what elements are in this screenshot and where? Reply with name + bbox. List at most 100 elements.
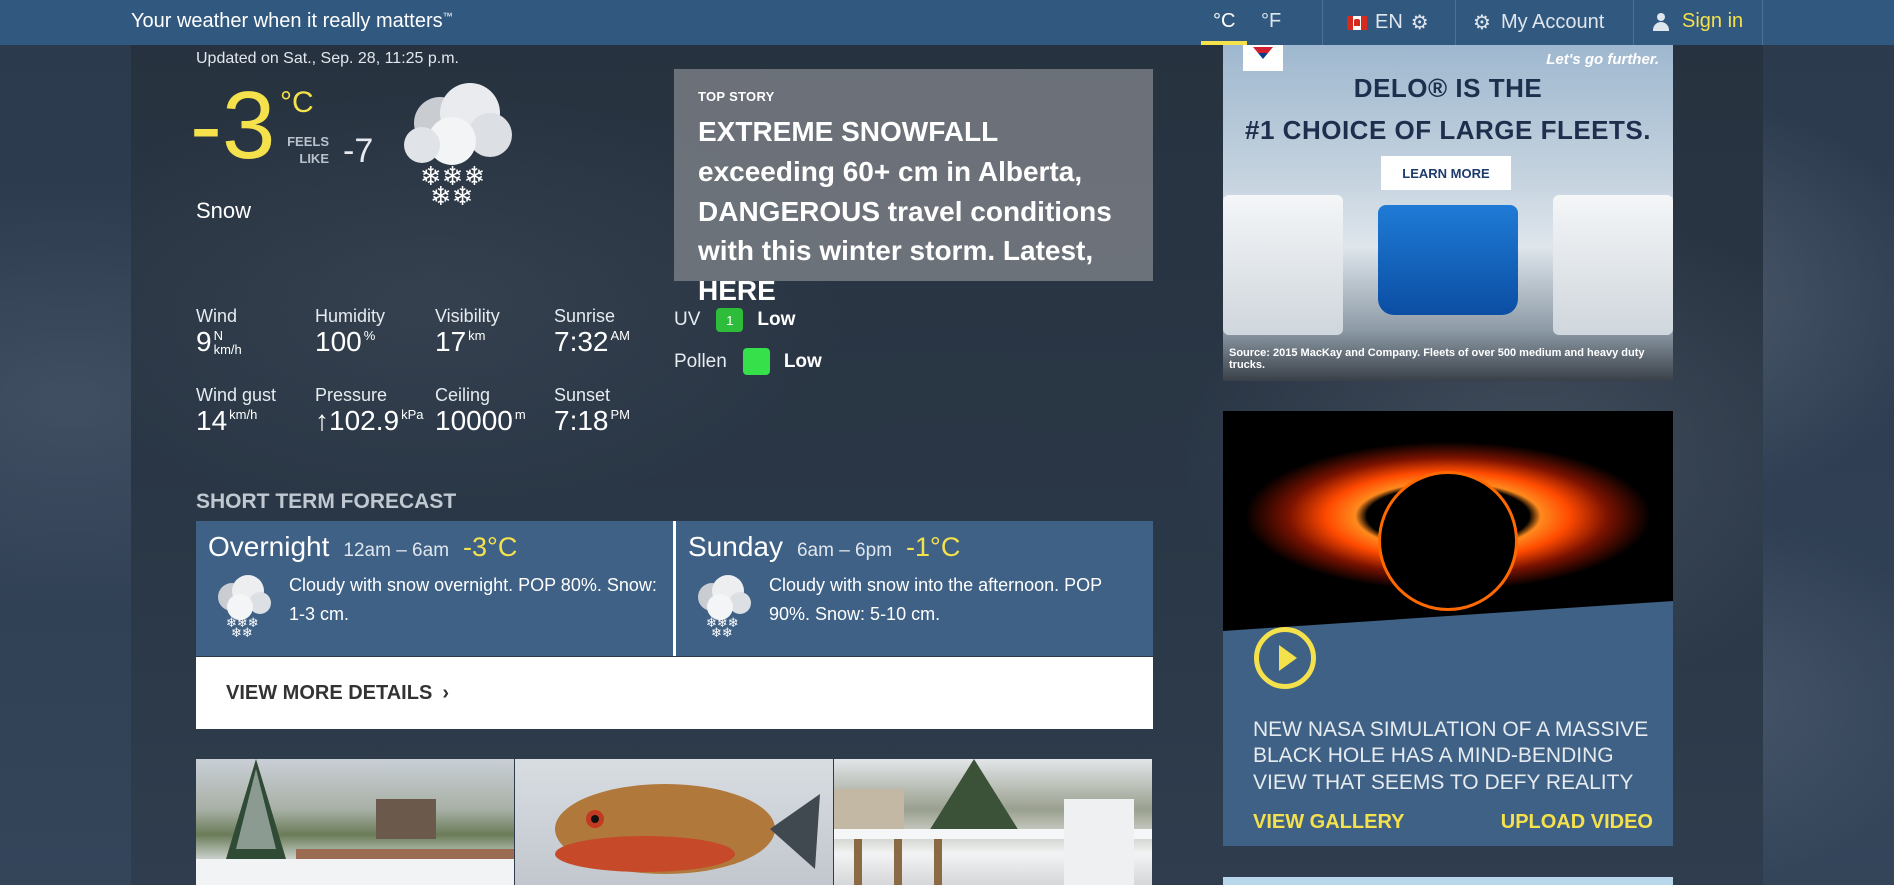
view-more-details-label: VIEW MORE DETAILS bbox=[226, 681, 433, 704]
wind-gust-metric: Wind gust 14 km/h bbox=[196, 385, 276, 437]
uv-level: Low bbox=[757, 309, 796, 330]
language-selector[interactable]: EN ⚙ bbox=[1347, 10, 1429, 35]
ad-headline-line1: DELO® IS THE bbox=[1353, 73, 1543, 103]
updated-time: Updated on Sat., Sep. 28, 11:25 p.m. bbox=[196, 50, 459, 67]
sunset-metric: Sunset 7:18 PM bbox=[554, 385, 630, 437]
wind-value: 9 bbox=[196, 326, 212, 357]
pressure-value: ↑102.9 bbox=[315, 405, 400, 436]
upload-video-link[interactable]: UPLOAD VIDEO bbox=[1501, 811, 1653, 834]
forecast-period-hours: 12am – 6am bbox=[343, 540, 450, 561]
wind-gust-value: 14 bbox=[196, 405, 228, 436]
sunrise-metric: Sunrise 7:32 AM bbox=[554, 306, 630, 358]
wind-metric: Wind 9 Nkm/h bbox=[196, 306, 242, 358]
video-promo-card[interactable]: NEW NASA SIMULATION OF A MASSIVE BLACK H… bbox=[1223, 411, 1673, 846]
top-story-card[interactable]: TOP STORY EXTREME SNOWFALL exceeding 60+… bbox=[674, 69, 1153, 306]
sunset-value: 7:18 bbox=[554, 405, 609, 436]
wind-gust-unit: km/h bbox=[229, 407, 258, 422]
black-hole-center bbox=[1378, 471, 1518, 611]
site-tagline[interactable]: Your weather when it really matters™ bbox=[131, 10, 453, 33]
chevron-right-icon: › bbox=[442, 681, 449, 704]
forecast-period-text: Cloudy with snow overnight. POP 80%. Sno… bbox=[289, 575, 657, 624]
view-more-details-button[interactable]: VIEW MORE DETAILS › bbox=[196, 657, 1153, 729]
sunrise-label: Sunrise bbox=[554, 306, 616, 326]
forecast-period-temp: -1°C bbox=[906, 532, 961, 562]
sunset-unit: PM bbox=[610, 407, 631, 422]
gallery-photo-snowy-yard[interactable] bbox=[196, 759, 514, 885]
story-headline[interactable]: EXTREME SNOWFALL exceeding 60+ cm in Alb… bbox=[698, 112, 1129, 311]
svg-text:❄❄: ❄❄ bbox=[231, 626, 253, 639]
language-label: EN bbox=[1375, 11, 1403, 33]
pollen-level: Low bbox=[783, 350, 822, 372]
temperature-unit: °C bbox=[280, 86, 314, 119]
humidity-value: 100 bbox=[315, 326, 362, 357]
ad-tagline: Let's go further. bbox=[1546, 51, 1659, 68]
learn-more-button[interactable]: LEARN MORE bbox=[1381, 156, 1511, 190]
visibility-label: Visibility bbox=[435, 306, 500, 326]
gallery-photo-snowy-deck[interactable] bbox=[834, 759, 1152, 885]
video-caption[interactable]: NEW NASA SIMULATION OF A MASSIVE BLACK H… bbox=[1253, 717, 1653, 796]
snow-cloud-icon: ❄❄❄ ❄❄ bbox=[698, 575, 751, 639]
svg-text:❄❄: ❄❄ bbox=[430, 182, 474, 205]
uv-index: UV 1 Low bbox=[674, 308, 795, 332]
truck-image bbox=[1223, 195, 1343, 335]
ceiling-metric: Ceiling 10000 m bbox=[435, 385, 526, 437]
fahrenheit-toggle[interactable]: °F bbox=[1261, 10, 1281, 33]
view-gallery-link[interactable]: VIEW GALLERY bbox=[1253, 811, 1404, 834]
uv-label: UV bbox=[674, 309, 701, 330]
sunset-label: Sunset bbox=[554, 385, 611, 405]
feels-like-label: FEELS LIKE bbox=[287, 134, 329, 166]
forecast-period-card[interactable]: Overnight 12am – 6am -3°C ❄❄❄ ❄❄ Cloudy … bbox=[196, 521, 673, 656]
top-bar: Your weather when it really matters™ °C … bbox=[0, 0, 1894, 45]
story-kicker: TOP STORY bbox=[698, 89, 775, 104]
pollen-index: Pollen Low bbox=[674, 348, 822, 375]
ad-headline-line2: #1 CHOICE OF LARGE FLEETS. bbox=[1245, 115, 1651, 145]
sunrise-unit: AM bbox=[610, 328, 631, 343]
gear-icon: ⚙ bbox=[1473, 12, 1491, 34]
humidity-metric: Humidity 100% bbox=[315, 306, 385, 358]
forecast-period-card[interactable]: Sunday 6am – 6pm -1°C ❄❄❄ ❄❄ Cloudy with… bbox=[676, 521, 1153, 656]
humidity-label: Humidity bbox=[315, 306, 386, 326]
delo-advertisement[interactable]: Let's go further. DELO® IS THE #1 CHOICE… bbox=[1223, 45, 1673, 381]
ceiling-value: 10000 bbox=[435, 405, 513, 436]
account-label: My Account bbox=[1500, 11, 1605, 33]
forecast-period-hours: 6am – 6pm bbox=[796, 540, 893, 561]
pressure-metric: Pressure ↑102.9 kPa bbox=[315, 385, 423, 437]
divider bbox=[1322, 0, 1323, 45]
my-account-link[interactable]: ⚙ My Account bbox=[1473, 10, 1604, 35]
visibility-unit: km bbox=[468, 328, 486, 343]
ceiling-label: Ceiling bbox=[435, 385, 491, 405]
forecast-period-name: Sunday bbox=[688, 531, 783, 562]
forecast-period-text: Cloudy with snow into the afternoon. POP… bbox=[769, 575, 1102, 624]
snow-cloud-icon: ❄❄❄ ❄❄ bbox=[218, 575, 271, 639]
current-condition: Snow bbox=[196, 198, 252, 223]
humidity-unit: % bbox=[363, 328, 376, 343]
snowy-yard-image bbox=[196, 759, 514, 885]
chevron-logo-icon bbox=[1243, 45, 1283, 71]
user-icon bbox=[1652, 12, 1670, 32]
wind-direction: N bbox=[213, 328, 223, 343]
pollen-badge bbox=[742, 348, 770, 375]
advertisement-slot[interactable] bbox=[1223, 877, 1673, 885]
uv-badge: 1 bbox=[716, 308, 744, 332]
pressure-unit: kPa bbox=[401, 407, 424, 422]
pressure-label: Pressure bbox=[315, 385, 388, 405]
gear-icon: ⚙ bbox=[1410, 12, 1429, 34]
visibility-value: 17 bbox=[435, 326, 467, 357]
snow-cloud-icon: ❄❄❄ ❄❄ bbox=[404, 83, 512, 205]
current-temperature: -3 bbox=[190, 72, 276, 179]
ceiling-unit: m bbox=[514, 407, 526, 422]
sign-in-label: Sign in bbox=[1682, 10, 1744, 32]
celsius-toggle[interactable]: °C bbox=[1213, 10, 1235, 33]
snowy-deck-image bbox=[834, 759, 1152, 885]
wind-label: Wind bbox=[196, 306, 238, 326]
truck-image bbox=[1553, 195, 1673, 335]
product-bucket-image bbox=[1378, 205, 1518, 315]
forecast-period-temp: -3°C bbox=[463, 532, 518, 562]
wind-unit: km/h bbox=[213, 342, 242, 358]
sign-in-link[interactable]: Sign in bbox=[1652, 10, 1743, 33]
play-icon[interactable] bbox=[1254, 627, 1316, 689]
sunrise-value: 7:32 bbox=[554, 326, 609, 357]
forecast-period-name: Overnight bbox=[208, 531, 330, 562]
ad-source-note: Source: 2015 MacKay and Company. Fleets … bbox=[1229, 347, 1645, 371]
gallery-photo-fish[interactable] bbox=[515, 759, 833, 885]
